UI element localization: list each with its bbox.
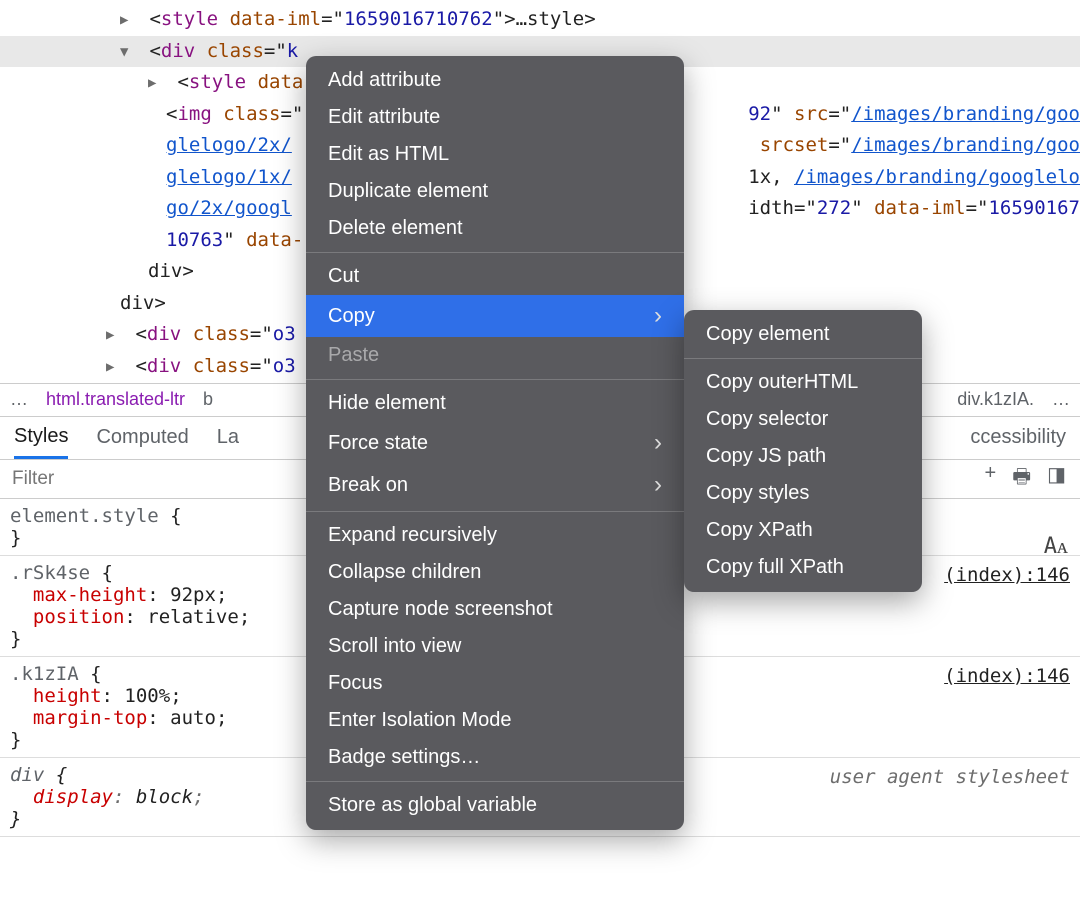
breadcrumb-item[interactable]: b: [203, 389, 213, 410]
menu-item-collapse-children[interactable]: Collapse children: [306, 554, 684, 591]
menu-item-paste: Paste: [306, 337, 684, 374]
tab-computed[interactable]: Computed: [96, 426, 188, 457]
menu-item-copy[interactable]: Copy: [306, 295, 684, 337]
rule-origin-link[interactable]: (index):146: [944, 665, 1070, 687]
menu-separator: [306, 511, 684, 512]
submenu-copy-full-xpath[interactable]: Copy full XPath: [684, 549, 922, 586]
context-menu[interactable]: Add attribute Edit attribute Edit as HTM…: [306, 56, 684, 830]
menu-item-duplicate-element[interactable]: Duplicate element: [306, 173, 684, 210]
expand-icon[interactable]: [106, 357, 124, 377]
menu-separator: [306, 252, 684, 253]
submenu-copy-js-path[interactable]: Copy JS path: [684, 438, 922, 475]
expand-icon[interactable]: [148, 73, 166, 93]
menu-item-expand-recursively[interactable]: Expand recursively: [306, 517, 684, 554]
submenu-copy-xpath[interactable]: Copy XPath: [684, 512, 922, 549]
expand-icon[interactable]: [120, 10, 138, 30]
breadcrumb-overflow[interactable]: …: [1052, 389, 1070, 410]
submenu-copy-selector[interactable]: Copy selector: [684, 401, 922, 438]
rule-origin-label: user agent stylesheet: [830, 766, 1070, 788]
menu-item-hide-element[interactable]: Hide element: [306, 385, 684, 422]
menu-separator: [306, 781, 684, 782]
submenu-copy-outerhtml[interactable]: Copy outerHTML: [684, 364, 922, 401]
menu-item-delete-element[interactable]: Delete element: [306, 210, 684, 247]
submenu-copy-element[interactable]: Copy element: [684, 316, 922, 353]
menu-item-edit-attribute[interactable]: Edit attribute: [306, 99, 684, 136]
new-style-rule-icon[interactable]: +: [985, 462, 997, 496]
context-submenu-copy[interactable]: Copy element Copy outerHTML Copy selecto…: [684, 310, 922, 592]
dom-node-style[interactable]: <style data-iml="1659016710762">…style>: [0, 4, 1080, 36]
tab-styles[interactable]: Styles: [14, 425, 68, 459]
breadcrumb-item[interactable]: div.k1zIA.: [957, 389, 1034, 410]
breadcrumb-item[interactable]: html.translated-ltr: [46, 389, 185, 410]
expand-icon[interactable]: [120, 42, 138, 62]
rule-origin-link[interactable]: (index):146: [944, 564, 1070, 586]
menu-item-add-attribute[interactable]: Add attribute: [306, 62, 684, 99]
menu-item-cut[interactable]: Cut: [306, 258, 684, 295]
tab-layout[interactable]: La: [217, 426, 239, 457]
menu-separator: [684, 358, 922, 359]
menu-item-force-state[interactable]: Force state: [306, 422, 684, 464]
breadcrumb-overflow[interactable]: …: [10, 389, 28, 410]
menu-item-capture-screenshot[interactable]: Capture node screenshot: [306, 591, 684, 628]
menu-item-scroll-into-view[interactable]: Scroll into view: [306, 628, 684, 665]
menu-separator: [306, 379, 684, 380]
menu-item-isolation-mode[interactable]: Enter Isolation Mode: [306, 702, 684, 739]
menu-item-focus[interactable]: Focus: [306, 665, 684, 702]
menu-item-store-global[interactable]: Store as global variable: [306, 787, 684, 824]
tab-accessibility[interactable]: ccessibility: [970, 426, 1066, 457]
expand-icon[interactable]: [106, 325, 124, 345]
submenu-copy-styles[interactable]: Copy styles: [684, 475, 922, 512]
menu-item-badge-settings[interactable]: Badge settings…: [306, 739, 684, 776]
device-icon[interactable]: 🖶: [1012, 462, 1031, 496]
menu-item-edit-as-html[interactable]: Edit as HTML: [306, 136, 684, 173]
panel-toggle-icon[interactable]: ◨: [1047, 462, 1066, 496]
menu-item-break-on[interactable]: Break on: [306, 464, 684, 506]
